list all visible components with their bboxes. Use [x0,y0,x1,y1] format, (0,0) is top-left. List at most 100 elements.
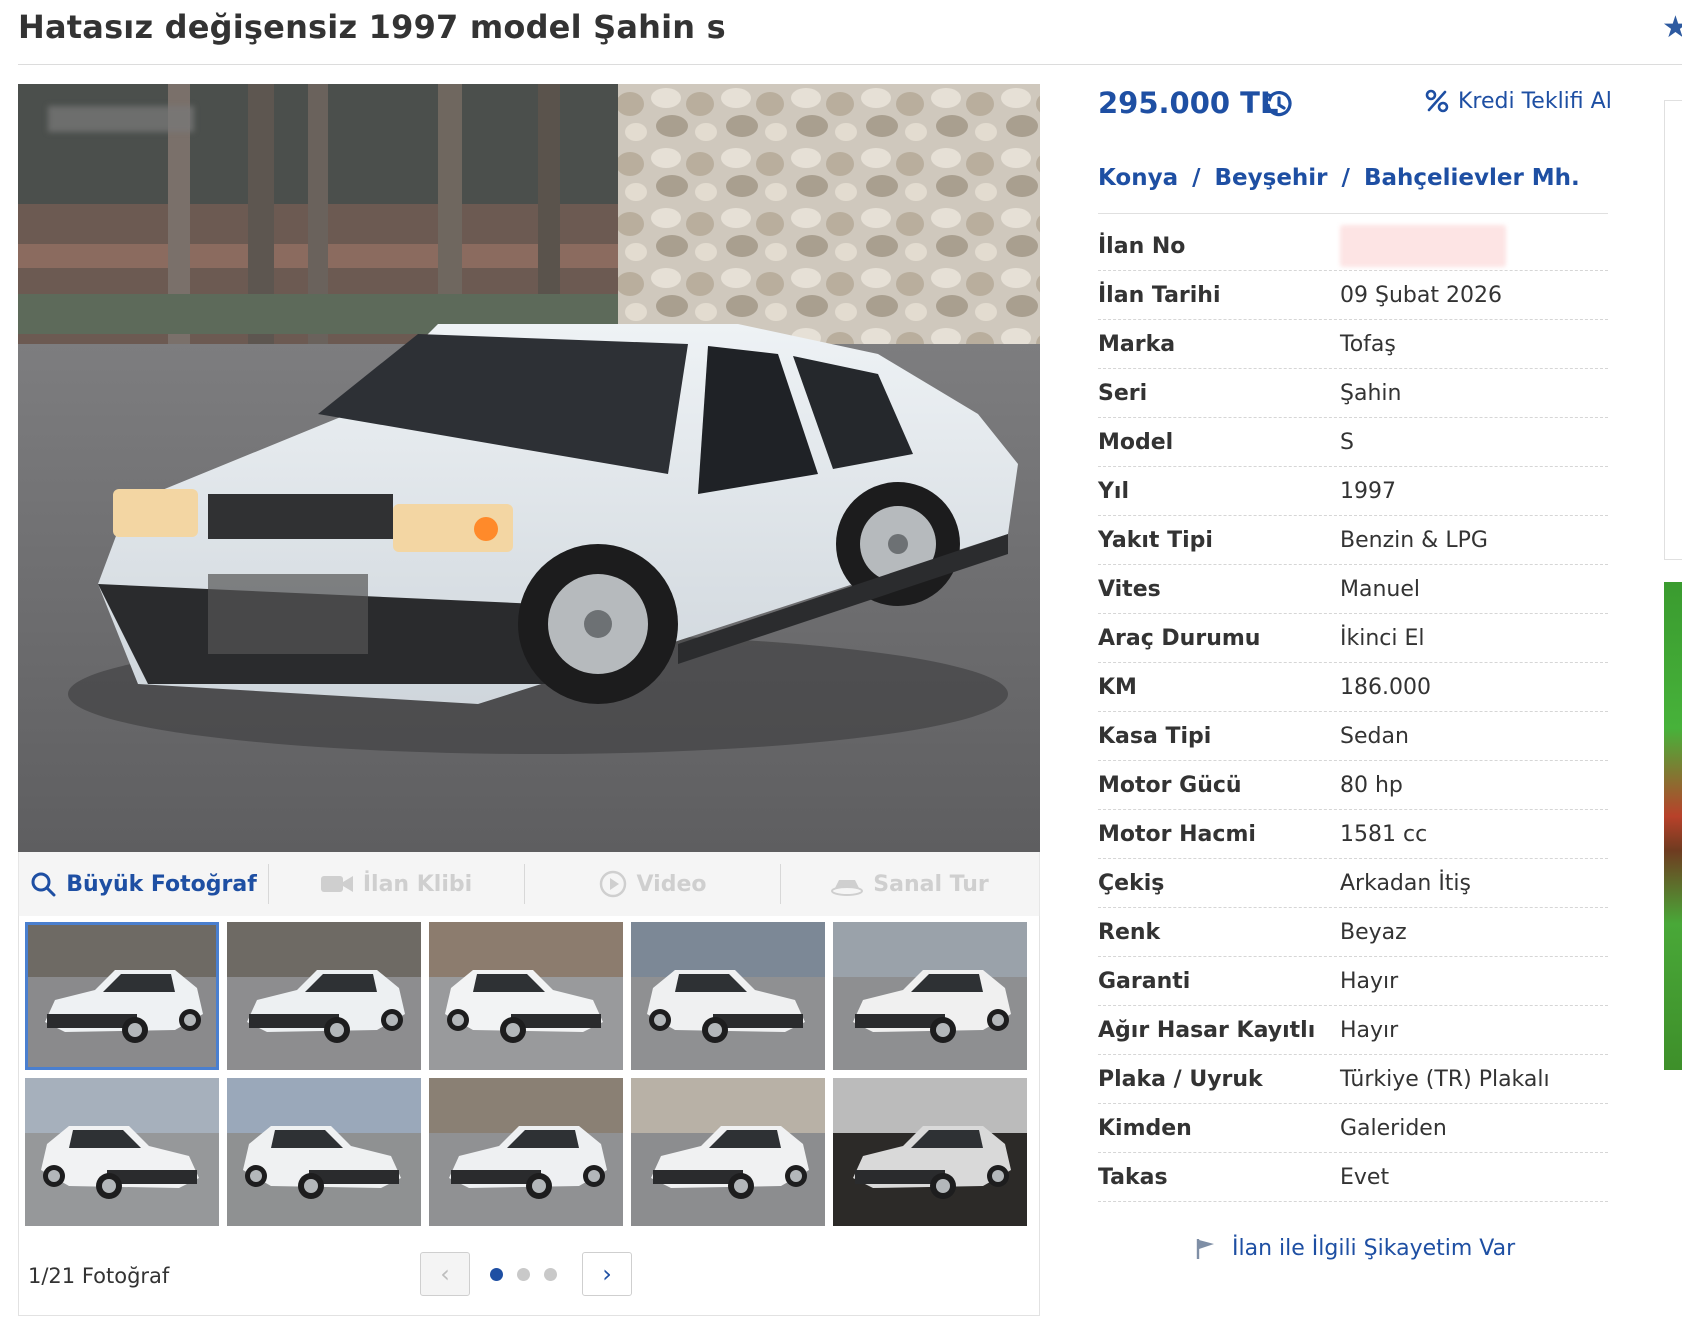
credit-offer-link[interactable]: Kredi Teklifi Al [1424,88,1612,114]
detail-row: Kimden Galeriden [1098,1104,1608,1153]
detail-value: 1581 cc [1340,821,1428,847]
percent-icon [1425,89,1449,113]
detail-row: Garanti Hayır [1098,957,1608,1006]
detail-label: Yakıt Tipi [1098,527,1213,553]
tab-video-label: Video [636,871,707,897]
gallery-dot[interactable] [517,1268,530,1281]
tab-clip: İlan Klibi [269,864,525,904]
credit-offer-label: Kredi Teklifi Al [1458,88,1612,114]
detail-value: Hayır [1340,1017,1399,1043]
gallery-thumbnail[interactable] [631,922,825,1070]
side-ad-frame[interactable] [1664,100,1682,560]
listing-price: 295.000 TL [1098,86,1279,120]
detail-label: Seri [1098,380,1148,406]
flag-icon [1196,1238,1214,1259]
detail-row: İlan Tarihi 09 Şubat 2026 [1098,271,1608,320]
gallery-dot[interactable] [544,1268,557,1281]
media-tab-bar: Büyük Fotoğraf İlan Klibi Video Sanal Tu… [18,852,1040,916]
detail-row: Renk Beyaz [1098,908,1608,957]
car-360-icon [831,880,864,896]
detail-value: İkinci El [1340,625,1425,651]
detail-value: Benzin & LPG [1340,527,1488,553]
detail-label: Garanti [1098,968,1191,994]
detail-value: Hayır [1340,968,1399,994]
detail-label: Çekiş [1098,870,1165,896]
detail-label: Renk [1098,919,1161,945]
gallery-thumbnail[interactable] [833,922,1027,1070]
gallery-dot[interactable] [490,1268,503,1281]
side-ad-banner[interactable] [1664,582,1682,1070]
detail-value: Tofaş [1340,331,1396,357]
play-icon [599,870,626,898]
detail-label: Marka [1098,331,1176,357]
gallery-thumbnail[interactable] [25,1078,219,1226]
listing-details: İlan No İlan Tarihi 09 Şubat 2026 Marka Tofa… [1098,222,1608,1202]
detail-row: Plaka / Uyruk Türkiye (TR) Plakalı [1098,1055,1608,1104]
tab-big-photo-label: Büyük Fotoğraf [66,871,257,897]
detail-row: Çekiş Arkadan İtiş [1098,859,1608,908]
gallery-thumbnail[interactable] [631,1078,825,1226]
detail-label: Kimden [1098,1115,1192,1141]
detail-row: Kasa Tipi Sedan [1098,712,1608,761]
main-photo[interactable] [18,84,1040,852]
detail-label: İlan Tarihi [1098,282,1221,308]
gallery-prev-button[interactable]: ‹ [420,1252,470,1296]
complaint-link[interactable]: İlan ile İlgili Şikayetim Var [1194,1236,1515,1261]
detail-label: Yıl [1098,478,1130,504]
listing-number-redacted [1340,225,1506,267]
photo-counter: 1/21 Fotoğraf [28,1264,170,1288]
detail-label: Motor Hacmi [1098,821,1256,847]
history-icon[interactable] [1260,86,1296,126]
detail-row: Araç Durumu İkinci El [1098,614,1608,663]
detail-label: KM [1098,674,1137,700]
gallery-thumbnail[interactable] [833,1078,1027,1226]
detail-label: Ağır Hasar Kayıtlı [1098,1017,1316,1043]
detail-value: 186.000 [1340,674,1431,700]
detail-row: Model S [1098,418,1608,467]
detail-value: Manuel [1340,576,1420,602]
gallery-thumbnail[interactable] [227,922,421,1070]
tab-big-photo[interactable]: Büyük Fotoğraf [19,864,269,904]
camera-icon [320,876,353,892]
gallery-thumbnail[interactable] [429,1078,623,1226]
detail-row: Takas Evet [1098,1153,1608,1202]
detail-row: Yıl 1997 [1098,467,1608,516]
detail-value [1340,225,1506,267]
location-city[interactable]: Konya [1098,165,1178,191]
page-title: Hatasız değişensiz 1997 model Şahin s [18,8,726,46]
gallery-next-button[interactable]: › [582,1252,632,1296]
location-divider [1098,213,1608,214]
blurred-watermark [48,106,194,132]
detail-label: Model [1098,429,1174,455]
detail-value: 1997 [1340,478,1396,504]
chevron-right-icon: › [602,1260,612,1288]
magnifier-icon [31,872,56,897]
title-divider [18,64,1682,65]
location-breadcrumb: Konya / Beyşehir / Bahçelievler Mh. [1098,165,1580,191]
gallery-thumbnail[interactable] [429,922,623,1070]
detail-label: Motor Gücü [1098,772,1242,798]
complaint-label: İlan ile İlgili Şikayetim Var [1232,1236,1516,1261]
detail-row: İlan No [1098,222,1608,271]
detail-value: Türkiye (TR) Plakalı [1340,1066,1550,1092]
detail-value: 09 Şubat 2026 [1340,282,1502,308]
detail-value: S [1340,429,1354,455]
location-separator: / [1341,165,1350,191]
location-neighborhood[interactable]: Bahçelievler Mh. [1364,165,1580,191]
detail-label: Kasa Tipi [1098,723,1212,749]
detail-row: KM 186.000 [1098,663,1608,712]
detail-label: Plaka / Uyruk [1098,1066,1263,1092]
detail-row: Vites Manuel [1098,565,1608,614]
detail-value: 80 hp [1340,772,1403,798]
gallery-thumbnail[interactable] [227,1078,421,1226]
thumbnail-gallery [18,916,1040,1316]
detail-label: İlan No [1098,233,1186,259]
detail-row: Yakıt Tipi Benzin & LPG [1098,516,1608,565]
detail-label: Vites [1098,576,1161,602]
location-district[interactable]: Beyşehir [1215,165,1328,191]
chevron-left-icon: ‹ [440,1260,450,1288]
detail-row: Ağır Hasar Kayıtlı Hayır [1098,1006,1608,1055]
detail-row: Motor Gücü 80 hp [1098,761,1608,810]
gallery-thumbnail[interactable] [25,922,219,1070]
favorite-star-icon[interactable]: ★ [1662,10,1682,45]
